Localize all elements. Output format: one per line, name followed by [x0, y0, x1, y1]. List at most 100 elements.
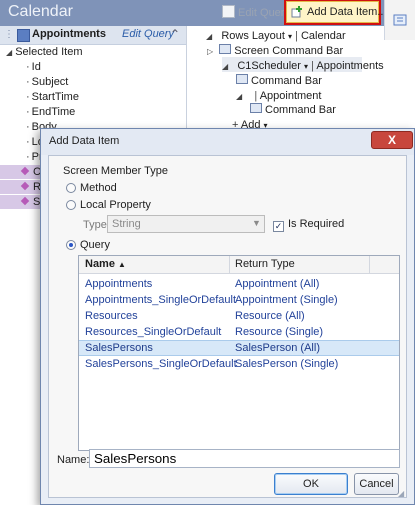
appointments-header[interactable]: ⋮⋮ Appointments Edit Query ⌃ [0, 26, 186, 45]
name-label: Name: [57, 454, 90, 466]
property-item[interactable]: · EndTime [26, 105, 75, 120]
sort-ascending-icon: ▲ [118, 260, 126, 269]
table-row[interactable]: Resources_SingleOrDefault Resource (Sing… [79, 324, 399, 340]
dropdown-arrow-icon[interactable]: ▾ [288, 32, 292, 41]
name-column-header[interactable]: Name ▲ [85, 258, 126, 270]
row-return-type: Resource (All) [235, 310, 305, 322]
property-item[interactable]: · Id [26, 60, 41, 75]
screen-member-type-label: Screen Member Type [63, 165, 168, 177]
query-icon [20, 166, 30, 176]
command-bar-node[interactable]: Command Bar [236, 74, 322, 88]
add-data-item-icon [291, 6, 302, 18]
command-bar-icon [250, 103, 262, 113]
property-item[interactable]: · Subject [26, 75, 68, 90]
query-radio[interactable] [66, 240, 76, 250]
row-name: Resources [85, 310, 138, 322]
query-radio-option[interactable]: Query [66, 239, 110, 251]
row-return-type: SalesPerson (Single) [235, 358, 339, 370]
edit-query-label: Edit Query [238, 7, 290, 19]
type-label: Type: [83, 219, 110, 231]
type-select[interactable]: String ▼ [107, 215, 265, 233]
local-property-radio[interactable] [66, 200, 76, 210]
calendar-label: Calendar [300, 30, 346, 42]
dialog-title: Add Data Item [49, 135, 120, 147]
row-name: Appointments [85, 278, 153, 290]
appointment-node[interactable]: ◢ | Appointment [236, 89, 321, 103]
edit-query-icon [222, 5, 235, 18]
selected-item-node[interactable]: ◢ Selected Item [6, 45, 82, 60]
window-title: Calendar [8, 3, 73, 20]
command-bar-label: Command Bar [251, 75, 322, 87]
local-property-label: Local Property [80, 199, 151, 211]
table-row-selected[interactable]: SalesPersons SalesPerson (All) [79, 340, 399, 356]
expand-triangle-icon[interactable]: ◢ [222, 62, 228, 71]
collapse-triangle-icon[interactable]: ▷ [207, 47, 213, 56]
query-label: Query [80, 239, 110, 251]
method-label: Method [80, 182, 117, 194]
method-radio-option[interactable]: Method [66, 182, 117, 194]
close-button[interactable]: X [371, 131, 413, 149]
edit-query-button[interactable]: Edit Query [222, 5, 290, 19]
command-bar-icon [236, 74, 248, 84]
rows-layout-node[interactable]: ◢ Rows Layout ▾ | Calendar [206, 29, 346, 43]
table-row[interactable]: SalesPersons_SingleOrDefault SalesPerson… [79, 356, 399, 372]
rows-layout-label: Rows Layout [221, 30, 285, 42]
screen-command-bar-label: Screen Command Bar [234, 45, 344, 57]
command-bar-icon [219, 44, 232, 54]
column-divider[interactable] [369, 256, 370, 273]
command-bar-label: Command Bar [265, 104, 336, 116]
appointment-label: Appointment [259, 90, 322, 102]
method-radio[interactable] [66, 183, 76, 193]
grid-header: Name ▲ Return Type [79, 256, 399, 274]
dialog-titlebar[interactable]: Add Data Item X [41, 129, 414, 155]
row-name: Resources_SingleOrDefault [85, 326, 222, 338]
collapse-chevron-icon[interactable]: ⌃ [170, 27, 180, 41]
name-input[interactable] [89, 449, 400, 468]
side-toolbox [384, 0, 415, 40]
add-data-item-button[interactable]: Add Data Item... [284, 0, 386, 25]
table-row[interactable]: Appointments Appointment (All) [79, 276, 399, 292]
expand-triangle-icon[interactable]: ◢ [236, 92, 242, 101]
close-icon: X [387, 133, 396, 147]
chevron-down-icon: ▼ [252, 218, 261, 228]
type-select-value: String [112, 218, 141, 230]
expand-triangle-icon[interactable]: ◢ [6, 48, 12, 57]
dropdown-arrow-icon[interactable]: ▾ [304, 62, 308, 71]
left-edit-query-link[interactable]: Edit Query [122, 28, 174, 40]
selected-item-label: Selected Item [15, 46, 83, 58]
dialog-client-area: Screen Member Type Method Local Property… [48, 155, 407, 498]
return-type-column-header[interactable]: Return Type [235, 258, 295, 270]
add-data-item-label: Add Data Item... [307, 6, 387, 18]
is-required-label: Is Required [288, 218, 345, 230]
is-required-checkbox-option[interactable]: ✓ Is Required [273, 218, 344, 232]
row-name: Appointments_SingleOrDefault [85, 294, 237, 306]
c1scheduler-label: C1Scheduler [237, 60, 301, 72]
local-property-radio-option[interactable]: Local Property [66, 199, 151, 211]
appointments-binding-label: Appointments [316, 60, 384, 72]
resize-grip-icon[interactable]: ◢ [398, 489, 404, 498]
screen-command-bar-node[interactable]: ▷ Screen Command Bar [207, 44, 343, 58]
expand-triangle-icon[interactable]: ◢ [206, 32, 212, 41]
row-return-type: Resource (Single) [235, 326, 324, 338]
row-return-type: Appointment (All) [235, 278, 320, 290]
cancel-button[interactable]: Cancel [354, 473, 399, 495]
row-return-type: Appointment (Single) [235, 294, 338, 306]
row-name: SalesPersons_SingleOrDefault [85, 358, 237, 370]
table-row[interactable]: Appointments_SingleOrDefault Appointment… [79, 292, 399, 308]
column-divider[interactable] [229, 256, 230, 273]
ok-button[interactable]: OK [274, 473, 348, 495]
row-return-type: SalesPerson (All) [235, 342, 320, 354]
command-bar-node[interactable]: Command Bar [250, 103, 336, 117]
row-name: SalesPersons [85, 342, 153, 354]
query-icon [20, 181, 30, 191]
is-required-checkbox[interactable]: ✓ [273, 221, 284, 232]
property-item[interactable]: · StartTime [26, 90, 79, 105]
table-row[interactable]: Resources Resource (All) [79, 308, 399, 324]
query-icon [20, 196, 30, 206]
query-grid: Name ▲ Return Type Appointments Appointm… [78, 255, 400, 451]
appointments-header-title: Appointments [32, 28, 106, 40]
c1scheduler-row[interactable]: ◢ C1Scheduler ▾ | Appointments [222, 59, 384, 73]
toolbox-icon [393, 14, 407, 26]
add-data-item-dialog: Add Data Item X Screen Member Type Metho… [40, 128, 415, 505]
table-icon [17, 29, 30, 42]
